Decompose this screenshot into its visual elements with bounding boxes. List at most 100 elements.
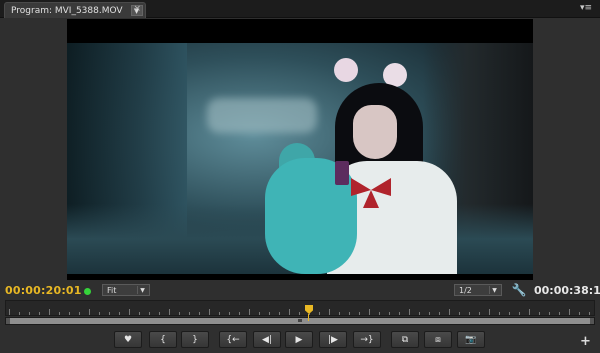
ruler-tick — [69, 312, 70, 315]
ruler-tick — [369, 309, 370, 315]
ruler-tick — [479, 312, 480, 315]
step-forward-icon: |▶ — [328, 334, 338, 345]
program-monitor-viewer[interactable] — [67, 19, 533, 280]
go-to-in-icon: {← — [226, 334, 240, 345]
resolution-select[interactable]: 1/2 ▼ — [454, 284, 502, 296]
ruler-tick — [109, 312, 110, 315]
playhead-line — [308, 314, 309, 321]
ruler-tick — [199, 312, 200, 315]
ruler-tick — [279, 312, 280, 315]
ruler-tick — [329, 309, 330, 315]
ruler-tick — [569, 309, 570, 315]
play-icon: ▶ — [295, 334, 303, 345]
wrench-icon[interactable]: 🔧 — [512, 283, 527, 297]
ruler-tick — [149, 312, 150, 315]
close-icon[interactable]: × — [133, 4, 141, 14]
ruler-tick — [49, 309, 50, 315]
ruler-tick — [519, 312, 520, 315]
ruler-tick — [169, 309, 170, 315]
go-to-out-icon: →} — [360, 334, 374, 345]
zoom-handle-left[interactable] — [6, 318, 10, 324]
step-forward-button[interactable]: |▶ — [319, 331, 347, 348]
ruler-tick — [229, 312, 230, 315]
chevron-down-icon: ▼ — [489, 286, 499, 294]
ruler-tick — [139, 312, 140, 315]
step-back-icon: ◀| — [262, 334, 272, 345]
ruler-tick — [319, 312, 320, 315]
ruler-tick — [179, 312, 180, 315]
ruler-tick — [509, 312, 510, 315]
mark-out-icon: } — [192, 334, 198, 345]
ruler-tick — [489, 309, 490, 315]
ruler-tick — [249, 309, 250, 315]
program-monitor-tab[interactable]: Program: MVI_5388.MOV ▼ × — [4, 2, 146, 18]
ruler-tick — [359, 312, 360, 315]
ruler-tick — [99, 312, 100, 315]
ruler-tick — [459, 312, 460, 315]
ruler-tick — [559, 312, 560, 315]
ruler-tick — [499, 312, 500, 315]
ruler-tick — [439, 312, 440, 315]
ruler-tick — [59, 312, 60, 315]
ruler-tick — [119, 312, 120, 315]
ruler-tick — [529, 309, 530, 315]
mark-out-button[interactable]: } — [181, 331, 209, 348]
ruler-tick — [129, 309, 130, 315]
ruler-tick — [159, 312, 160, 315]
ruler-ticks — [5, 300, 595, 316]
zoom-level-value: Fit — [107, 285, 117, 295]
zoom-bar-center-mark — [298, 319, 302, 322]
ruler-tick — [189, 312, 190, 315]
ruler-tick — [399, 312, 400, 315]
zoom-handle-right[interactable] — [590, 318, 594, 324]
ruler-tick — [539, 312, 540, 315]
ruler-tick — [589, 312, 590, 315]
go-to-out-button[interactable]: →} — [353, 331, 381, 348]
current-timecode[interactable]: 00:00:20:01 — [5, 284, 82, 297]
ruler-tick — [419, 312, 420, 315]
extract-button[interactable]: ⧈ — [424, 331, 452, 348]
ruler-tick — [29, 312, 30, 315]
time-ruler[interactable] — [5, 300, 595, 326]
ruler-tick — [89, 309, 90, 315]
ruler-tick — [9, 309, 10, 315]
ruler-tick — [299, 312, 300, 315]
ruler-tick — [79, 312, 80, 315]
ruler-tick — [469, 312, 470, 315]
ruler-tick — [379, 312, 380, 315]
ruler-tick — [259, 312, 260, 315]
add-marker-button[interactable]: ♥ — [114, 331, 142, 348]
play-button[interactable]: ▶ — [285, 331, 313, 348]
export-frame-button[interactable]: 📷 — [457, 331, 485, 348]
mark-in-button[interactable]: { — [149, 331, 177, 348]
chevron-down-icon: ▼ — [137, 286, 147, 294]
status-indicator-icon — [84, 288, 91, 295]
camera-icon: 📷 — [465, 334, 477, 345]
extract-icon: ⧈ — [435, 334, 441, 345]
add-button-icon[interactable]: + — [580, 334, 591, 349]
lift-icon: ⧉ — [401, 334, 409, 345]
ruler-tick — [339, 312, 340, 315]
ruler-tick — [429, 312, 430, 315]
step-back-button[interactable]: ◀| — [253, 331, 281, 348]
lift-button[interactable]: ⧉ — [391, 331, 419, 348]
ruler-tick — [209, 309, 210, 315]
duration-timecode: 00:00:38:17 — [534, 284, 600, 297]
ruler-tick — [219, 312, 220, 315]
zoom-level-select[interactable]: Fit ▼ — [102, 284, 150, 296]
tab-label: Program: MVI_5388.MOV — [11, 5, 123, 16]
ruler-tick — [409, 309, 410, 315]
ruler-tick — [349, 312, 350, 315]
ruler-tick — [269, 312, 270, 315]
marker-icon: ♥ — [123, 334, 133, 345]
ruler-tick — [549, 312, 550, 315]
ruler-tick — [389, 312, 390, 315]
ruler-tick — [239, 312, 240, 315]
resolution-value: 1/2 — [459, 285, 472, 295]
video-frame — [67, 43, 533, 274]
panel-tab-bar: Program: MVI_5388.MOV ▼ × ▾≡ — [0, 0, 600, 18]
ruler-tick — [449, 309, 450, 315]
ruler-tick — [39, 312, 40, 315]
go-to-in-button[interactable]: {← — [219, 331, 247, 348]
panel-menu-icon[interactable]: ▾≡ — [580, 3, 592, 13]
